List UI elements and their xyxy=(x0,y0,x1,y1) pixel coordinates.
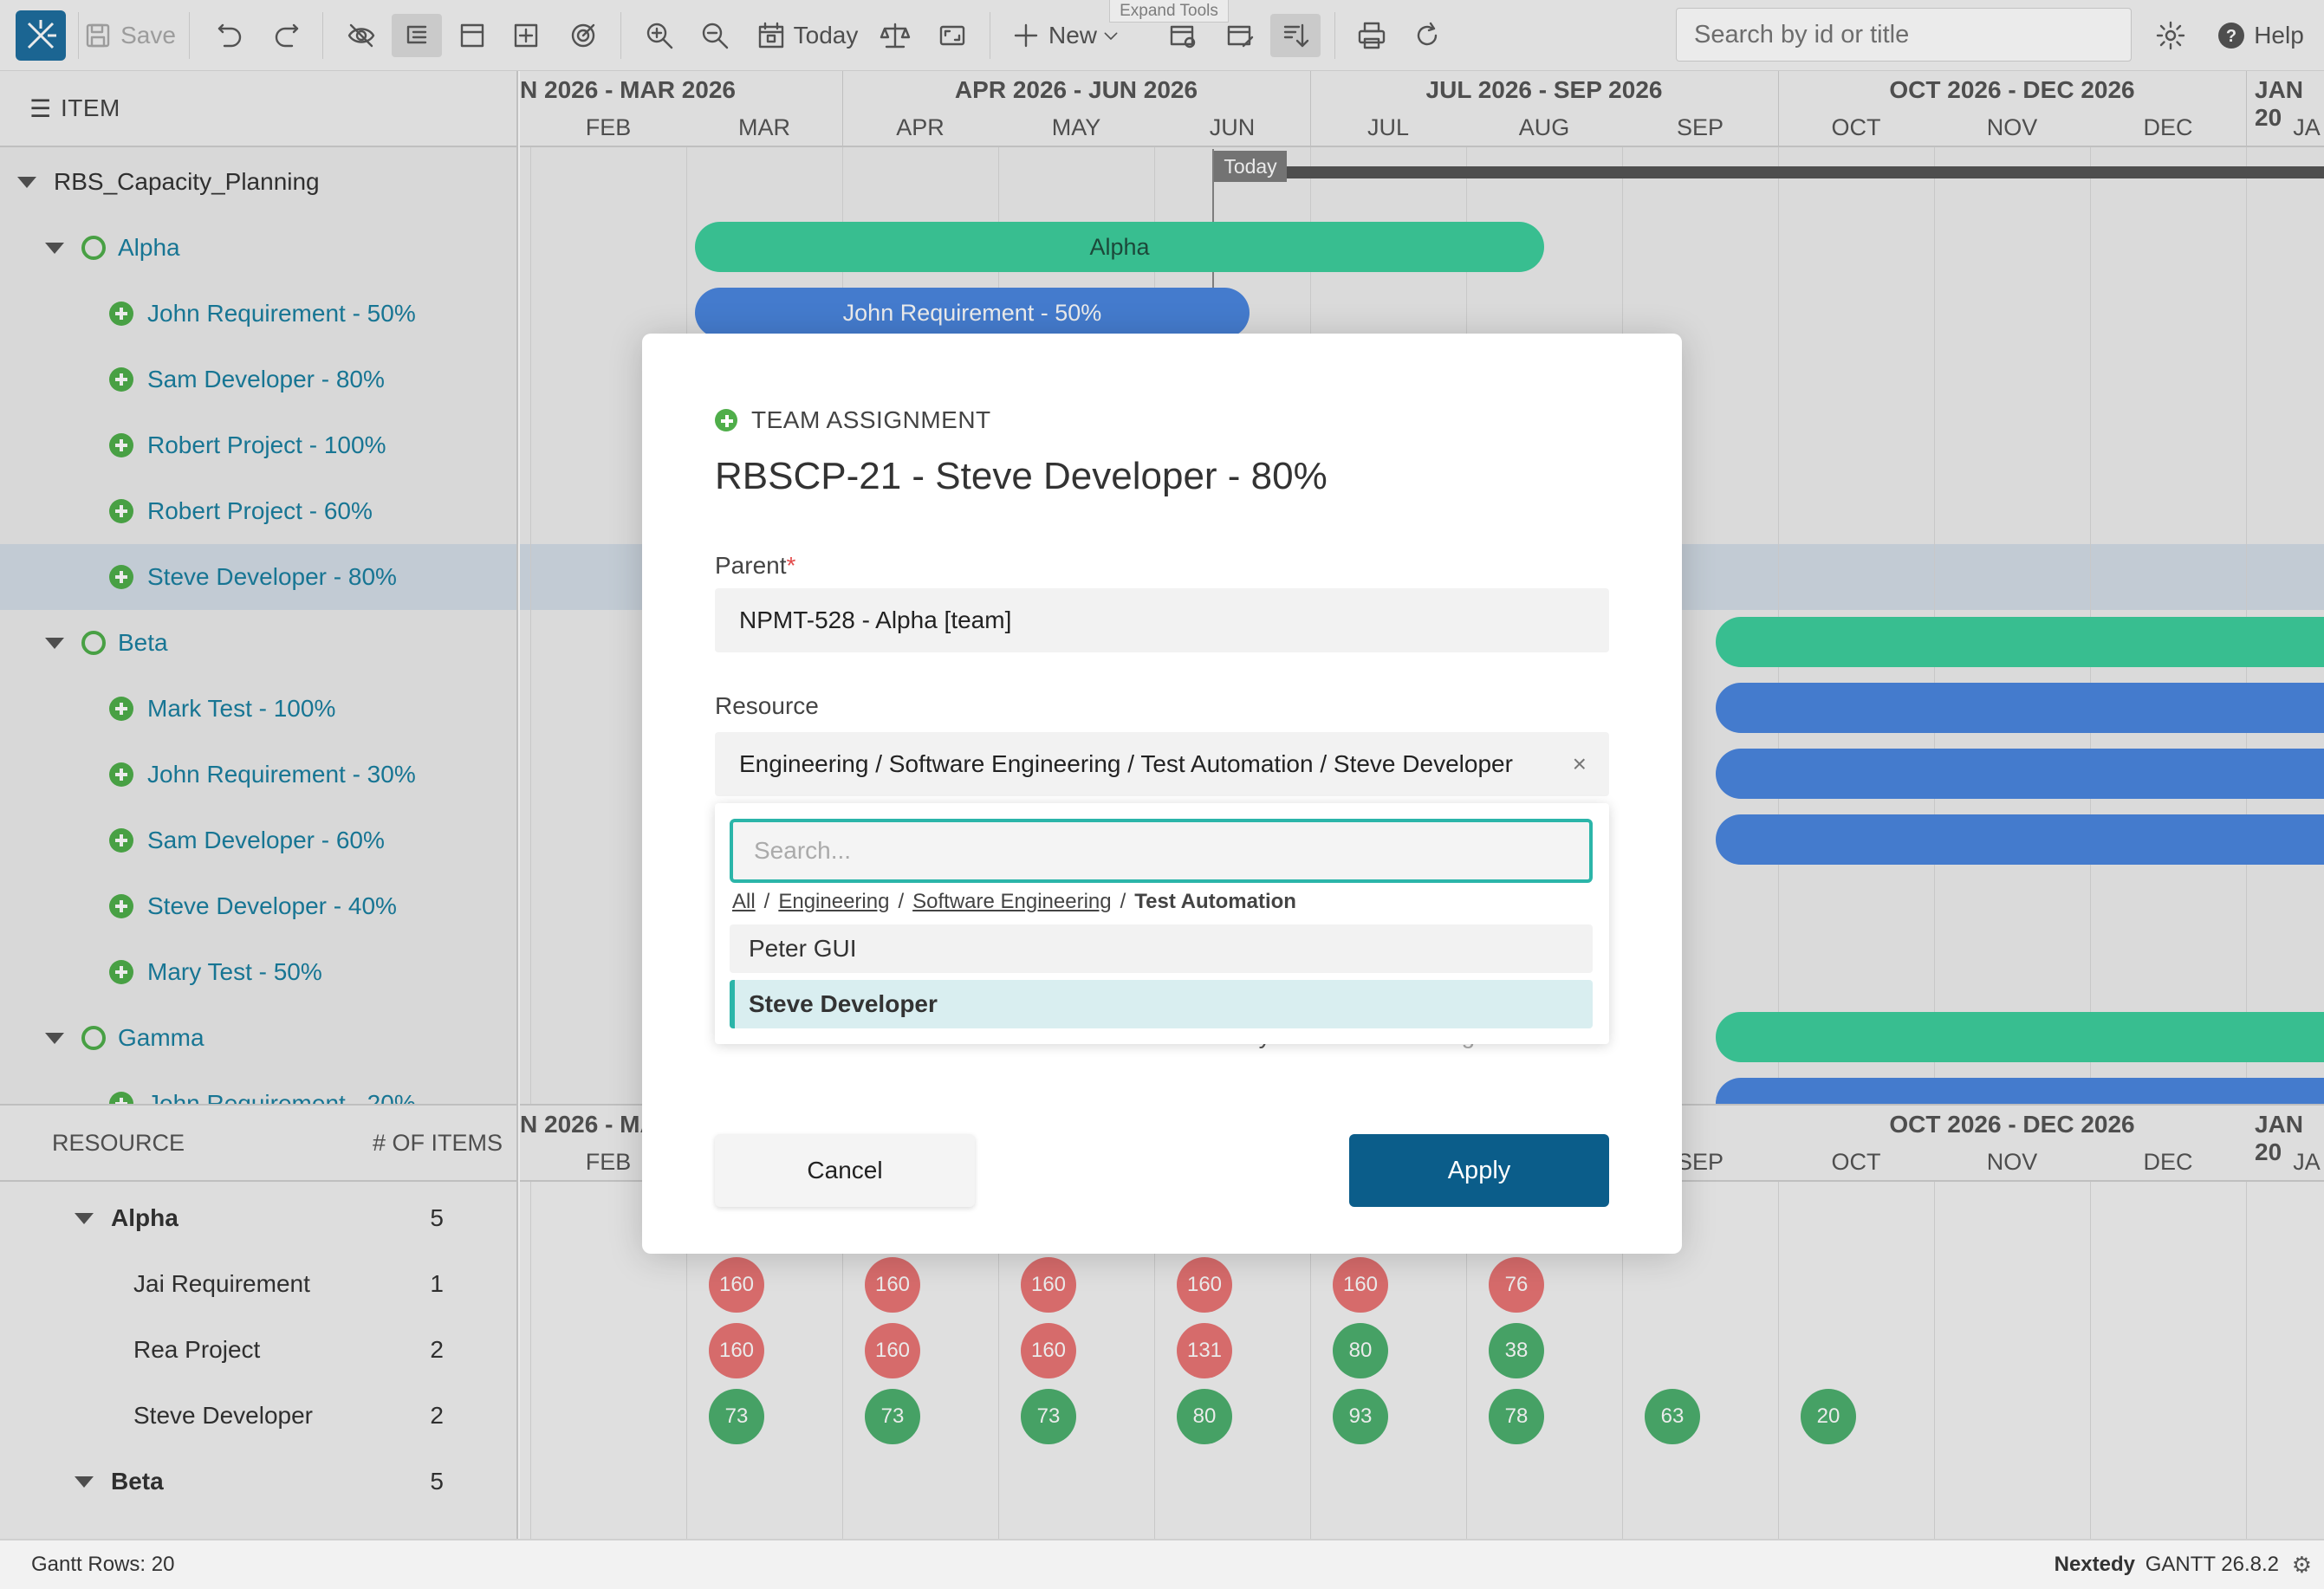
breadcrumb-software-engineering[interactable]: Software Engineering xyxy=(912,890,1111,913)
cancel-button[interactable]: Cancel xyxy=(715,1134,975,1207)
gear-icon[interactable]: ⚙ xyxy=(2292,1552,2312,1579)
assignment-icon xyxy=(715,409,737,431)
dialog-kind-label: TEAM ASSIGNMENT xyxy=(751,406,991,433)
apply-button[interactable]: Apply xyxy=(1349,1134,1609,1207)
clear-icon[interactable]: × xyxy=(1573,750,1587,778)
brand-name: Nextedy xyxy=(2054,1553,2135,1576)
resource-field[interactable]: Engineering / Software Engineering / Tes… xyxy=(715,732,1609,796)
resource-label: Resource xyxy=(715,692,819,719)
resource-breadcrumb: All / Engineering / Software Engineering / Tes… xyxy=(732,890,1296,913)
product-version: GANTT 26.8.2 xyxy=(2145,1553,2279,1576)
dialog-kind: TEAM ASSIGNMENT xyxy=(715,406,991,434)
parent-label: Parent* xyxy=(715,552,795,580)
parent-field[interactable]: NPMT-528 - Alpha [team] xyxy=(715,588,1609,652)
breadcrumb-all[interactable]: All xyxy=(732,890,756,913)
resource-dropdown: All/Engineering/Software Engineering/Tes… xyxy=(715,803,1609,1044)
resource-value: Engineering / Software Engineering / Tes… xyxy=(739,750,1513,777)
required-marker: * xyxy=(786,552,796,579)
breadcrumb-current: Test Automation xyxy=(1134,890,1296,913)
resource-option-steve-developer[interactable]: Steve Developer xyxy=(730,980,1593,1028)
status-bar: Gantt Rows: 20 Nextedy GANTT 26.8.2 ⚙ xyxy=(0,1539,2324,1589)
gantt-rows-count: Gantt Rows: 20 xyxy=(31,1553,175,1576)
breadcrumb-engineering[interactable]: Engineering xyxy=(778,890,889,913)
parent-label-text: Parent xyxy=(715,552,787,579)
resource-search-input[interactable] xyxy=(730,819,1593,883)
team-assignment-dialog: TEAM ASSIGNMENT RBSCP-21 - Steve Develop… xyxy=(642,334,1682,1254)
dialog-title: RBSCP-21 - Steve Developer - 80% xyxy=(715,455,1328,497)
resource-option-peter-gui[interactable]: Peter GUI xyxy=(730,924,1593,973)
